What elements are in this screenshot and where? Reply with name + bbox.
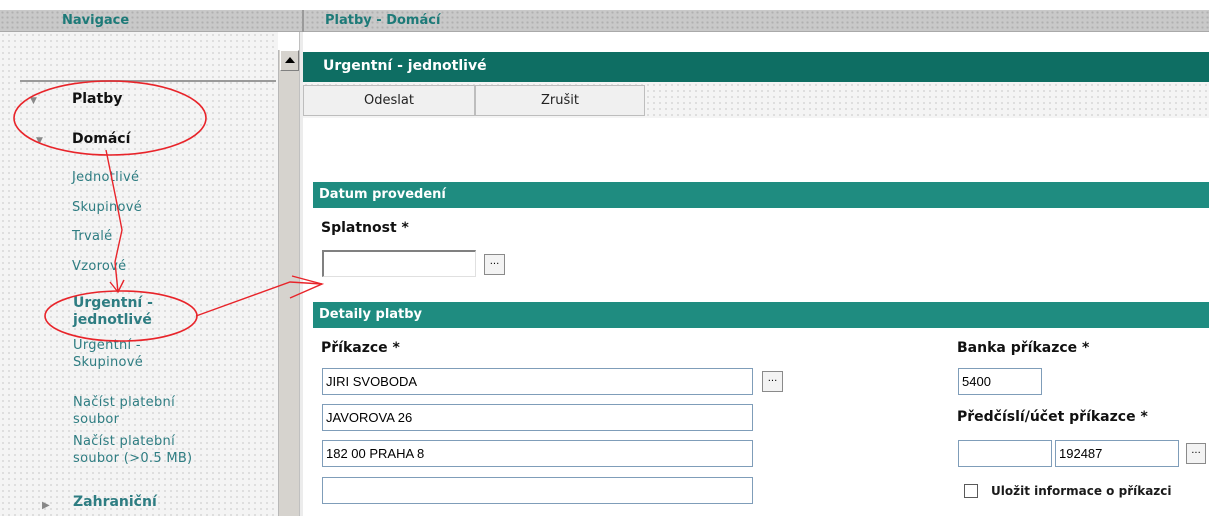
payer-extra-field[interactable] <box>322 477 753 504</box>
sidebar-item-label: Urgentní - <box>73 295 153 311</box>
sidebar-item-nacist-soubor[interactable]: Načíst platební soubor <box>73 394 175 428</box>
sidebar-item-urgentni-jednotlive[interactable]: Urgentní - jednotlivé <box>73 295 153 329</box>
sidebar-item-skupinove[interactable]: Skupinové <box>72 200 142 215</box>
sidebar-item-label: jednotlivé <box>73 312 152 328</box>
save-payer-label: Uložit informace o příkazci <box>991 484 1172 498</box>
save-payer-checkbox[interactable] <box>964 484 978 498</box>
sidebar-item-urgentni-skupinove[interactable]: Urgentní - Skupinové <box>73 337 143 371</box>
account-picker-button[interactable]: ... <box>1186 443 1206 464</box>
sidebar-divider <box>20 80 276 82</box>
sidebar-item-label: soubor (>0.5 MB) <box>73 451 193 466</box>
cancel-button[interactable]: Zrušit <box>475 85 645 116</box>
sidebar-item-label: Načíst platební <box>73 395 175 410</box>
account-number-field[interactable]: 192487 <box>1055 440 1179 467</box>
payer-picker-button[interactable]: ... <box>762 371 783 392</box>
expand-arrow-icon[interactable]: ▼ <box>30 96 37 106</box>
section-header-date: Datum provedení <box>313 182 1209 208</box>
section-title: Datum provedení <box>319 187 446 202</box>
toolbar: Odeslat Zrušit <box>303 82 1209 118</box>
send-button[interactable]: Odeslat <box>303 85 475 116</box>
main-content: Urgentní - jednotlivé Odeslat Zrušit Dat… <box>303 32 1209 516</box>
sidebar-section-zahranicni[interactable]: Zahraniční <box>73 494 157 510</box>
due-date-label: Splatnost * <box>321 220 409 236</box>
due-date-field[interactable] <box>322 250 476 277</box>
payer-city-field[interactable]: 182 00 PRAHA 8 <box>322 440 753 467</box>
scroll-up-icon[interactable] <box>280 50 299 71</box>
sidebar-item-jednotlive[interactable]: Jednotlivé <box>72 170 139 185</box>
section-title: Detaily platby <box>319 307 423 322</box>
top-header-bar: Navigace Platby - Domácí <box>0 10 1209 32</box>
sidebar-item-label: soubor <box>73 412 120 427</box>
header-separator <box>302 10 304 32</box>
payer-label: Příkazce * <box>321 340 400 356</box>
section-header-details: Detaily platby <box>313 302 1209 328</box>
account-prefix-field[interactable] <box>958 440 1052 467</box>
sidebar-section-platby[interactable]: Platby <box>72 91 122 107</box>
sidebar-item-label: Skupinové <box>73 355 144 370</box>
navigation-header: Navigace <box>62 13 130 28</box>
sidebar-item-label: Načíst platební <box>73 434 175 449</box>
page-header: Platby - Domácí <box>325 13 441 28</box>
collapsed-arrow-icon[interactable]: ▶ <box>42 500 50 511</box>
sidebar-item-nacist-soubor-large[interactable]: Načíst platební soubor (>0.5 MB) <box>73 433 192 467</box>
page-title-text: Urgentní - jednotlivé <box>323 58 487 74</box>
sidebar-item-trvale[interactable]: Trvalé <box>72 229 112 244</box>
payer-bank-field[interactable]: 5400 <box>958 368 1042 395</box>
date-picker-button[interactable]: ... <box>484 254 505 275</box>
expand-arrow-icon[interactable]: ▼ <box>36 136 43 146</box>
payer-street-field[interactable]: JAVOROVA 26 <box>322 404 753 431</box>
sidebar-item-vzorove[interactable]: Vzorové <box>72 259 126 274</box>
payer-account-label: Předčíslí/účet příkazce * <box>957 409 1148 425</box>
sidebar-scrollbar[interactable] <box>278 50 299 516</box>
page-title: Urgentní - jednotlivé <box>303 52 1209 82</box>
navigation-sidebar: ▼ Platby ▼ Domácí Jednotlivé Skupinové T… <box>0 32 278 516</box>
payer-bank-label: Banka příkazce * <box>957 340 1090 356</box>
sidebar-section-domaci[interactable]: Domácí <box>72 131 130 147</box>
sidebar-item-label: Urgentní - <box>73 338 141 353</box>
payer-name-field[interactable]: JIRI SVOBODA <box>322 368 753 395</box>
